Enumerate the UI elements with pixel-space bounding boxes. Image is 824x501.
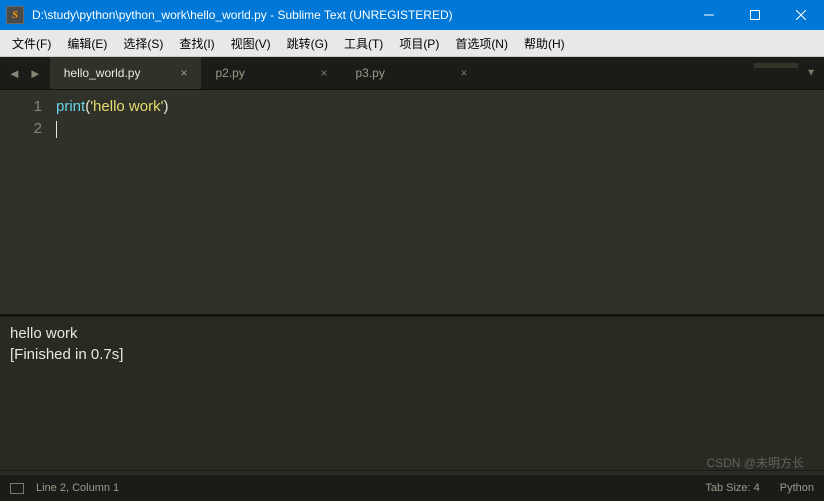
status-tab-size[interactable]: Tab Size: 4	[705, 482, 759, 494]
minimap-preview	[754, 63, 798, 68]
menu-goto[interactable]: 跳转(G)	[279, 32, 336, 55]
window-titlebar: S D:\study\python\python_work\hello_worl…	[0, 0, 824, 30]
line-number: 1	[0, 96, 42, 118]
tab-bar: ◄ ► hello_world.py × p2.py × p3.py × ▼	[0, 57, 824, 90]
tab-bar-spacer: ▼	[481, 57, 824, 89]
output-line: [Finished in 0.7s]	[10, 344, 814, 365]
tab-scroll-right-icon[interactable]: ►	[29, 66, 42, 81]
code-line: print('hello work')	[56, 96, 168, 118]
close-icon[interactable]: ×	[320, 66, 327, 80]
tab-label: hello_world.py	[64, 66, 141, 80]
tab-scroll-arrows: ◄ ►	[0, 57, 50, 89]
code-editor[interactable]: 1 2 print('hello work')	[0, 90, 824, 314]
menu-edit[interactable]: 编辑(E)	[59, 32, 115, 55]
line-number: 2	[0, 118, 42, 140]
code-area[interactable]: print('hello work')	[56, 90, 168, 314]
token-function: print	[56, 98, 85, 115]
menu-prefs[interactable]: 首选项(N)	[447, 32, 516, 55]
build-output-panel[interactable]: hello work [Finished in 0.7s]	[0, 316, 824, 471]
window-controls	[686, 0, 824, 30]
window-title: D:\study\python\python_work\hello_world.…	[30, 8, 686, 22]
status-bar: Line 2, Column 1 Tab Size: 4 Python	[0, 475, 824, 501]
maximize-button[interactable]	[732, 0, 778, 30]
tab-label: p3.py	[355, 66, 384, 80]
menu-find[interactable]: 查找(I)	[171, 32, 222, 55]
token-paren: )	[163, 98, 168, 115]
tab-label: p2.py	[215, 66, 244, 80]
status-syntax[interactable]: Python	[780, 482, 814, 494]
menu-file[interactable]: 文件(F)	[4, 32, 59, 55]
menubar: 文件(F) 编辑(E) 选择(S) 查找(I) 视图(V) 跳转(G) 工具(T…	[0, 30, 824, 57]
app-icon: S	[6, 6, 24, 24]
close-icon[interactable]: ×	[180, 66, 187, 80]
close-button[interactable]	[778, 0, 824, 30]
token-string: 'hello work'	[90, 98, 163, 115]
tab-scroll-left-icon[interactable]: ◄	[8, 66, 21, 81]
minimize-button[interactable]	[686, 0, 732, 30]
tab-dropdown-icon[interactable]: ▼	[806, 68, 816, 79]
line-gutter: 1 2	[0, 90, 56, 314]
output-line: hello work	[10, 323, 814, 344]
code-line	[56, 118, 168, 140]
close-icon[interactable]: ×	[460, 66, 467, 80]
menu-select[interactable]: 选择(S)	[115, 32, 171, 55]
status-position[interactable]: Line 2, Column 1	[36, 482, 705, 494]
tab-hello-world[interactable]: hello_world.py ×	[50, 57, 202, 89]
menu-tools[interactable]: 工具(T)	[336, 32, 391, 55]
text-cursor	[56, 121, 57, 138]
menu-view[interactable]: 视图(V)	[223, 32, 279, 55]
panel-switcher-icon[interactable]	[10, 483, 24, 494]
menu-help[interactable]: 帮助(H)	[516, 32, 573, 55]
tab-p3[interactable]: p3.py ×	[341, 57, 481, 89]
menu-project[interactable]: 项目(P)	[391, 32, 447, 55]
tab-p2[interactable]: p2.py ×	[201, 57, 341, 89]
